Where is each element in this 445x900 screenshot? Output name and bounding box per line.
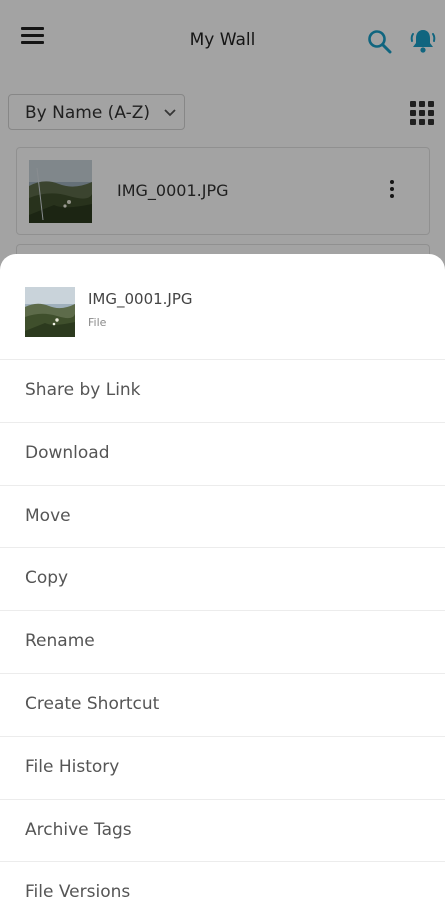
move-action[interactable]: Move	[0, 486, 445, 549]
sheet-header: IMG_0001.JPG File	[0, 254, 445, 360]
action-label: Create Shortcut	[25, 693, 160, 714]
copy-action[interactable]: Copy	[0, 548, 445, 612]
action-list: Share by Link Download Move Copy Rename …	[0, 360, 445, 900]
rename-action[interactable]: Rename	[0, 611, 445, 674]
action-label: Move	[25, 505, 71, 526]
action-label: Archive Tags	[25, 819, 132, 840]
action-label: Download	[25, 442, 110, 463]
share-by-link-action[interactable]: Share by Link	[0, 360, 445, 423]
file-history-action[interactable]: File History	[0, 737, 445, 800]
sheet-file-type: File	[88, 316, 107, 329]
action-label: Copy	[25, 568, 69, 589]
create-shortcut-action[interactable]: Create Shortcut	[0, 674, 445, 737]
action-label: File Versions	[25, 882, 131, 900]
action-label: Share by Link	[25, 380, 141, 400]
file-thumbnail	[25, 287, 75, 337]
file-actions-sheet: IMG_0001.JPG File Share by Link Download…	[0, 254, 445, 900]
archive-tags-action[interactable]: Archive Tags	[0, 800, 445, 863]
file-versions-action[interactable]: File Versions	[0, 862, 445, 900]
download-action[interactable]: Download	[0, 423, 445, 486]
sheet-file-name: IMG_0001.JPG	[88, 290, 193, 308]
action-label: File History	[25, 756, 120, 777]
action-label: Rename	[25, 631, 95, 652]
